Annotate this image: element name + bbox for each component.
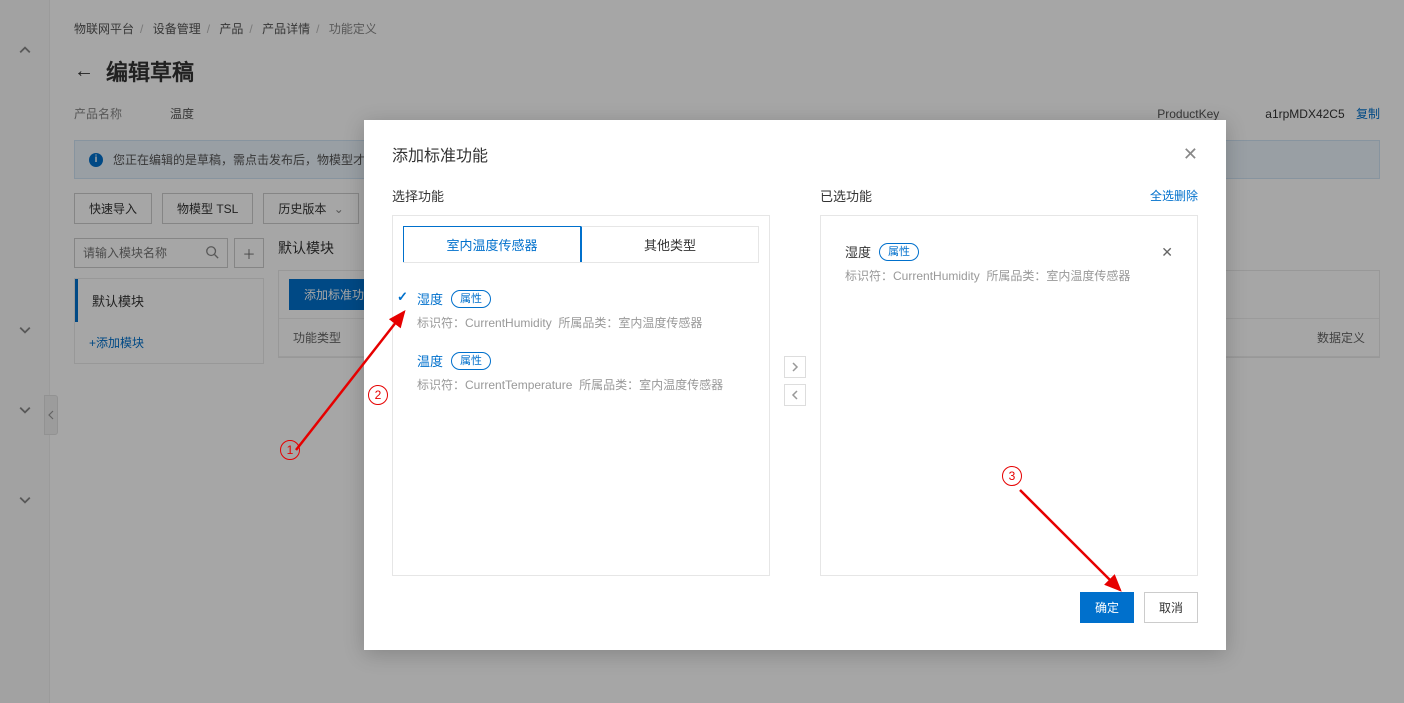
remove-icon[interactable]: ✕ [1161,244,1173,261]
available-item-humidity[interactable]: ✓ 湿度 属性 标识符：CurrentHumidity 所属品类：室内温度传感器 [413,279,749,341]
item-name: 温度 [417,351,443,370]
tab-category[interactable]: 室内温度传感器 [403,226,581,262]
cancel-button[interactable]: 取消 [1144,592,1198,623]
item-meta: 标识符：CurrentHumidity 所属品类：室内温度传感器 [845,267,1173,284]
chosen-item-humidity: 湿度 属性 标识符：CurrentHumidity 所属品类：室内温度传感器 ✕ [841,232,1177,294]
available-panel: 室内温度传感器 其他类型 ✓ 湿度 属性 标识符：CurrentHumidity… [392,215,770,576]
move-left-button[interactable] [784,384,806,406]
item-meta: 标识符：CurrentHumidity 所属品类：室内温度传感器 [417,314,745,331]
available-item-temperature[interactable]: 温度 属性 标识符：CurrentTemperature 所属品类：室内温度传感… [413,341,749,403]
clear-all-link[interactable]: 全选删除 [1150,187,1198,204]
close-icon[interactable]: ✕ [1183,144,1198,165]
dialog-title: 添加标准功能 [392,142,488,166]
left-col-label: 选择功能 [392,186,444,205]
item-badge: 属性 [451,352,491,370]
item-name: 湿度 [845,242,871,261]
tab-other[interactable]: 其他类型 [581,226,759,262]
right-col-label: 已选功能 [820,186,872,205]
item-name: 湿度 [417,289,443,308]
ok-button[interactable]: 确定 [1080,592,1134,623]
item-meta: 标识符：CurrentTemperature 所属品类：室内温度传感器 [417,376,745,393]
item-badge: 属性 [879,243,919,261]
move-right-button[interactable] [784,356,806,378]
add-standard-dialog: 添加标准功能 ✕ 选择功能 室内温度传感器 其他类型 ✓ 湿度 属性 [364,120,1226,650]
chosen-panel: 湿度 属性 标识符：CurrentHumidity 所属品类：室内温度传感器 ✕ [820,215,1198,576]
check-icon: ✓ [397,289,408,305]
transfer-arrows [784,356,806,406]
item-badge: 属性 [451,290,491,308]
